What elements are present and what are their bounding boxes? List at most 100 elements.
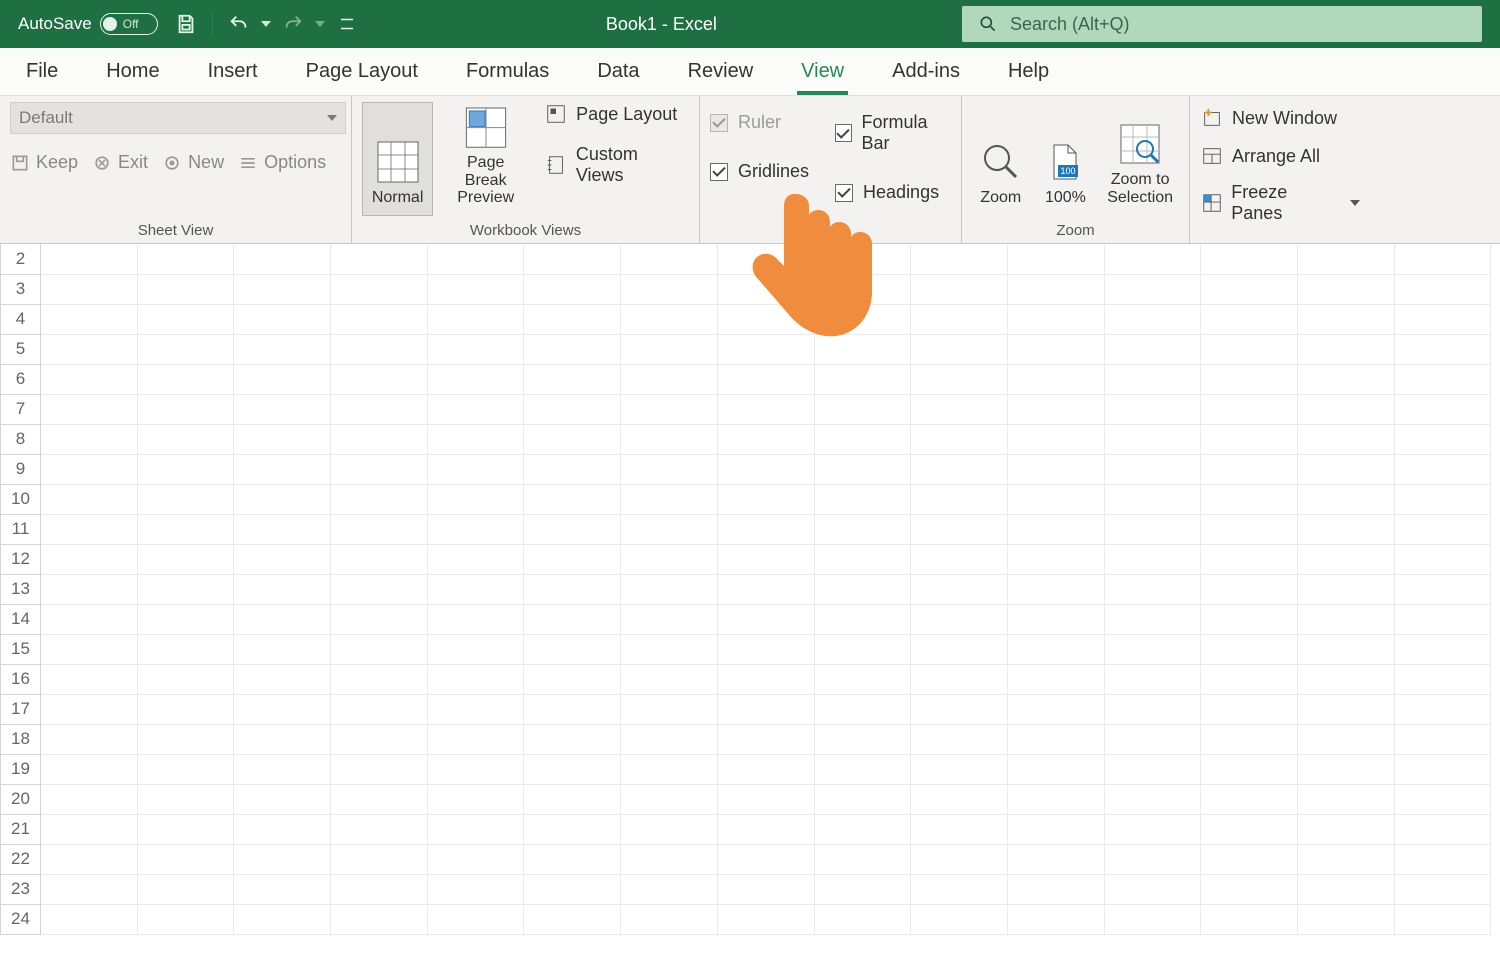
cell[interactable] xyxy=(137,244,234,274)
cell[interactable] xyxy=(1297,364,1394,394)
cell[interactable] xyxy=(234,874,331,904)
cell[interactable] xyxy=(814,724,911,754)
cell[interactable] xyxy=(234,754,331,784)
cell[interactable] xyxy=(1201,244,1298,274)
cell[interactable] xyxy=(137,274,234,304)
cell[interactable] xyxy=(1297,724,1394,754)
cell[interactable] xyxy=(331,424,428,454)
cell[interactable] xyxy=(1104,364,1201,394)
cell[interactable] xyxy=(427,304,524,334)
cell[interactable] xyxy=(1104,334,1201,364)
cell[interactable] xyxy=(1104,874,1201,904)
cell[interactable] xyxy=(717,844,814,874)
cell[interactable] xyxy=(1104,724,1201,754)
cell[interactable] xyxy=(911,364,1008,394)
cell[interactable] xyxy=(1394,844,1491,874)
cell[interactable] xyxy=(911,544,1008,574)
freeze-panes-button[interactable]: Freeze Panes xyxy=(1200,182,1360,224)
cell[interactable] xyxy=(1201,424,1298,454)
cell[interactable] xyxy=(1201,724,1298,754)
cell[interactable] xyxy=(1007,244,1104,274)
cell[interactable] xyxy=(814,784,911,814)
tab-view[interactable]: View xyxy=(797,60,848,83)
cell[interactable] xyxy=(1201,874,1298,904)
cell[interactable] xyxy=(1007,364,1104,394)
cell[interactable] xyxy=(814,424,911,454)
cell[interactable] xyxy=(524,604,621,634)
cell[interactable] xyxy=(1007,754,1104,784)
cell[interactable] xyxy=(234,664,331,694)
cell[interactable] xyxy=(1394,784,1491,814)
cell[interactable] xyxy=(137,904,234,934)
cell[interactable] xyxy=(234,484,331,514)
cell[interactable] xyxy=(717,754,814,784)
cell[interactable] xyxy=(524,664,621,694)
cell[interactable] xyxy=(524,844,621,874)
cell[interactable] xyxy=(1394,874,1491,904)
cell[interactable] xyxy=(234,364,331,394)
tab-formulas[interactable]: Formulas xyxy=(462,60,553,83)
cell[interactable] xyxy=(331,664,428,694)
cell[interactable] xyxy=(524,784,621,814)
tab-page-layout[interactable]: Page Layout xyxy=(302,60,422,83)
cell[interactable] xyxy=(911,874,1008,904)
row-header[interactable]: 5 xyxy=(1,334,41,364)
cell[interactable] xyxy=(1104,424,1201,454)
tab-add-ins[interactable]: Add-ins xyxy=(888,60,964,83)
cell[interactable] xyxy=(427,694,524,724)
cell[interactable] xyxy=(911,394,1008,424)
cell[interactable] xyxy=(331,334,428,364)
row-header[interactable]: 24 xyxy=(1,904,41,934)
tab-review[interactable]: Review xyxy=(684,60,758,83)
cell[interactable] xyxy=(41,904,138,934)
undo-icon[interactable] xyxy=(225,10,253,38)
cell[interactable] xyxy=(1297,874,1394,904)
cell[interactable] xyxy=(814,814,911,844)
cell[interactable] xyxy=(1007,904,1104,934)
cell[interactable] xyxy=(814,514,911,544)
cell[interactable] xyxy=(1201,544,1298,574)
cell[interactable] xyxy=(911,454,1008,484)
redo-icon[interactable] xyxy=(279,10,307,38)
cell[interactable] xyxy=(814,604,911,634)
cell[interactable] xyxy=(1104,394,1201,424)
cell[interactable] xyxy=(524,574,621,604)
row-header[interactable]: 21 xyxy=(1,814,41,844)
cell[interactable] xyxy=(1394,904,1491,934)
cell[interactable] xyxy=(1297,334,1394,364)
cell[interactable] xyxy=(331,814,428,844)
cell[interactable] xyxy=(331,754,428,784)
cell[interactable] xyxy=(524,484,621,514)
cell[interactable] xyxy=(621,574,718,604)
cell[interactable] xyxy=(717,634,814,664)
cell[interactable] xyxy=(621,454,718,484)
cell[interactable] xyxy=(1007,274,1104,304)
cell[interactable] xyxy=(814,574,911,604)
cell[interactable] xyxy=(717,394,814,424)
cell[interactable] xyxy=(41,784,138,814)
cell[interactable] xyxy=(1007,484,1104,514)
cell[interactable] xyxy=(1201,334,1298,364)
cell[interactable] xyxy=(41,574,138,604)
cell[interactable] xyxy=(911,664,1008,694)
cell[interactable] xyxy=(234,694,331,724)
cell[interactable] xyxy=(427,244,524,274)
formula-bar-checkbox[interactable]: Formula Bar xyxy=(835,112,951,154)
cell[interactable] xyxy=(137,424,234,454)
cell[interactable] xyxy=(41,874,138,904)
row-header[interactable]: 3 xyxy=(1,274,41,304)
cell[interactable] xyxy=(911,304,1008,334)
cell[interactable] xyxy=(1297,694,1394,724)
cell[interactable] xyxy=(41,814,138,844)
cell[interactable] xyxy=(1201,574,1298,604)
cell[interactable] xyxy=(234,424,331,454)
cell[interactable] xyxy=(137,754,234,784)
sheet-view-keep-button[interactable]: Keep xyxy=(10,152,78,173)
cell[interactable] xyxy=(137,694,234,724)
cell[interactable] xyxy=(41,364,138,394)
row-header[interactable]: 14 xyxy=(1,604,41,634)
cell[interactable] xyxy=(1007,334,1104,364)
new-window-button[interactable]: New Window xyxy=(1200,106,1360,130)
cell[interactable] xyxy=(717,664,814,694)
cell[interactable] xyxy=(1007,454,1104,484)
